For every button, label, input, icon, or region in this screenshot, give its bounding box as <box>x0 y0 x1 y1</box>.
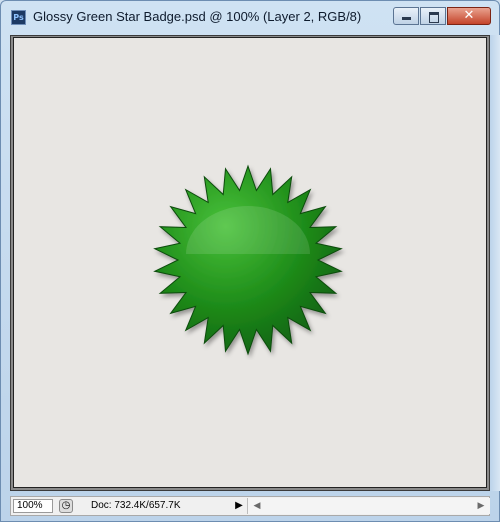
window-title: Glossy Green Star Badge.psd @ 100% (Laye… <box>33 9 362 24</box>
window-controls: ✕ <box>392 7 491 27</box>
status-bar: 100% ◷ Doc: 732.4K/657.7K ▶ ◀ ▶ <box>10 496 490 516</box>
window-border-right <box>490 35 500 491</box>
title-bar[interactable]: Ps Glossy Green Star Badge.psd @ 100% (L… <box>1 1 499 35</box>
photoshop-app-icon[interactable]: Ps <box>11 10 26 25</box>
close-icon: ✕ <box>463 8 475 23</box>
horizontal-scrollbar[interactable]: ◀ ▶ <box>247 498 490 514</box>
minimize-button[interactable] <box>393 7 419 25</box>
document-window: Ps Glossy Green Star Badge.psd @ 100% (L… <box>0 0 500 522</box>
scroll-right-icon[interactable]: ▶ <box>474 498 488 514</box>
maximize-button[interactable] <box>420 7 446 25</box>
minimize-icon <box>402 17 411 20</box>
scroll-left-icon[interactable]: ◀ <box>250 498 264 514</box>
document-canvas[interactable] <box>13 37 487 488</box>
close-button[interactable]: ✕ <box>447 7 491 25</box>
star-shape <box>153 164 343 356</box>
status-menu-arrow-icon[interactable]: ▶ <box>233 499 245 513</box>
status-info-icon[interactable]: ◷ <box>59 499 73 513</box>
green-star-badge[interactable] <box>148 160 348 360</box>
maximize-icon <box>429 12 439 23</box>
zoom-field[interactable]: 100% <box>13 499 53 513</box>
doc-size-info: Doc: 732.4K/657.7K <box>91 500 181 511</box>
